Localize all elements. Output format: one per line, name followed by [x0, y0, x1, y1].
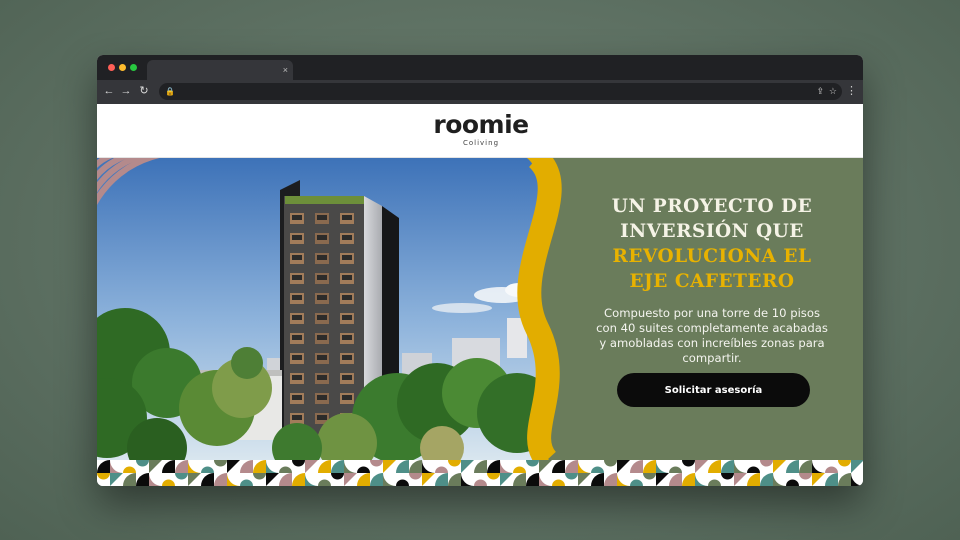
tower-window [317, 355, 327, 360]
hero-title-line-4: EJE CAFETERO [629, 271, 795, 292]
tower-window [342, 255, 352, 260]
tower-window [317, 275, 327, 280]
tower-window [317, 235, 327, 240]
tower-window [342, 355, 352, 360]
tower-window [292, 375, 302, 380]
logo-subtitle: Coliving [462, 139, 500, 147]
hero-title: UN PROYECTO DE INVERSIÓN QUE REVOLUCIONA… [597, 194, 827, 294]
tower-window [317, 415, 327, 420]
tower-window [292, 395, 302, 400]
share-icon[interactable]: ⇪ [816, 84, 824, 99]
tab-close-icon[interactable]: × [283, 64, 288, 76]
browser-menu-icon[interactable]: ⋮ [846, 84, 857, 98]
tower-window [342, 295, 352, 300]
tower-window [342, 275, 352, 280]
tower-window [342, 395, 352, 400]
tower-window [292, 235, 302, 240]
logo-wordmark: roomie [433, 110, 529, 139]
bookmark-star-icon[interactable]: ☆ [829, 84, 837, 99]
reload-icon[interactable]: ↻ [137, 84, 151, 98]
tower-window [342, 215, 352, 220]
forward-arrow-icon[interactable]: → [119, 84, 133, 98]
hero-title-line-1: UN PROYECTO DE [611, 196, 813, 217]
tower-window [292, 335, 302, 340]
tower-window [342, 315, 352, 320]
browser-toolbar: ← → ↻ 🔒 ⇪ ☆ ⋮ [97, 80, 863, 104]
tower-window [342, 375, 352, 380]
tower-window [292, 355, 302, 360]
browser-window: × ← → ↻ 🔒 ⇪ ☆ ⋮ roomie Coliving UN PROYE… [97, 55, 863, 486]
browser-tab[interactable]: × [147, 60, 293, 80]
tower-window [317, 215, 327, 220]
tower-window [292, 215, 302, 220]
tower-window [292, 415, 302, 420]
site-header: roomie Coliving [97, 104, 863, 158]
tower-window [292, 315, 302, 320]
hero-banner: UN PROYECTO DE INVERSIÓN QUE REVOLUCIONA… [97, 158, 863, 460]
tower-window [292, 275, 302, 280]
tower-window [317, 395, 327, 400]
close-window-button[interactable] [108, 64, 115, 71]
tower-window [342, 335, 352, 340]
hero-title-line-3: REVOLUCIONA EL [612, 246, 812, 267]
tab-bar: × [97, 55, 863, 80]
decorative-pattern-strip [97, 460, 863, 486]
minimize-window-button[interactable] [119, 64, 126, 71]
tower-window [317, 375, 327, 380]
tower-window [342, 235, 352, 240]
request-advice-button[interactable]: Solicitar asesoría [617, 373, 810, 407]
tower-window [317, 255, 327, 260]
tower-window [317, 295, 327, 300]
roomie-logo[interactable]: roomie Coliving [431, 110, 531, 148]
tower-window [292, 295, 302, 300]
hero-description: Compuesto por una torre de 10 pisos con … [596, 306, 828, 365]
tower-window [317, 335, 327, 340]
hero-title-line-2: INVERSIÓN QUE [620, 221, 804, 242]
tower-window [292, 255, 302, 260]
address-bar[interactable]: 🔒 ⇪ ☆ [159, 83, 842, 100]
tower-window [317, 315, 327, 320]
maximize-window-button[interactable] [130, 64, 137, 71]
lock-icon: 🔒 [165, 87, 175, 96]
back-arrow-icon[interactable]: ← [102, 84, 116, 98]
